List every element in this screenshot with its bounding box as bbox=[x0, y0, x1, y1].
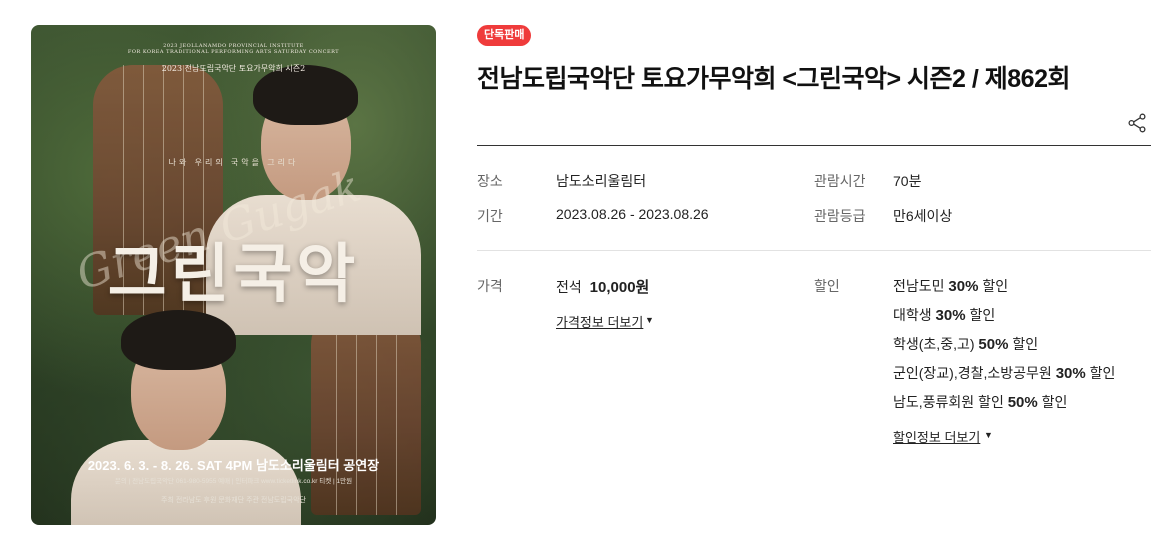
period-label: 기간 bbox=[477, 208, 503, 224]
poster-sponsor-line: 주최 전라남도 후원 문화재단 주관 전남도립국악단 bbox=[161, 497, 306, 504]
price-more-link[interactable]: 가격정보 더보기 bbox=[556, 312, 643, 331]
discount-label: 할인 bbox=[814, 278, 840, 294]
venue-value: 남도소리울림터 bbox=[556, 173, 647, 189]
discount-item: 남도,풍류회원 할인 50% 할인 bbox=[893, 394, 1068, 411]
runtime-label: 관람시간 bbox=[814, 173, 866, 189]
discount-item: 대학생 30% 할인 bbox=[893, 307, 996, 324]
poster-date-line: 2023. 6. 3. - 8. 26. SAT 4PM 남도소리울림터 공연장 bbox=[87, 458, 380, 473]
discount-item: 군인(장교),경찰,소방공무원 30% 할인 bbox=[893, 365, 1116, 382]
venue-label: 장소 bbox=[477, 173, 503, 189]
page-title: 전남도립국악단 토요가무악희 <그린국악> 시즌2 / 제862회 bbox=[477, 65, 1071, 93]
caret-down-icon[interactable]: ▼ bbox=[645, 315, 654, 325]
rating-label: 관람등급 bbox=[814, 208, 866, 224]
poster-main-title: 그린국악 bbox=[107, 238, 360, 312]
poster-top-line-2: FOR KOREA TRADITIONAL PERFORMING ARTS SA… bbox=[127, 49, 340, 55]
period-value: 2023.08.26 - 2023.08.26 bbox=[556, 206, 709, 222]
price-seat-type: 전석 bbox=[556, 279, 582, 295]
share-icon[interactable] bbox=[1126, 112, 1148, 134]
price-value: 전석 10,000원 bbox=[556, 276, 649, 297]
caret-down-icon[interactable]: ▼ bbox=[984, 430, 993, 440]
performer-2-hair bbox=[121, 310, 236, 370]
poster-tagline: 나와 우리의 국악을 그리다 bbox=[168, 158, 299, 167]
discount-item: 학생(초,중,고) 50% 할인 bbox=[893, 336, 1039, 353]
price-label: 가격 bbox=[477, 278, 503, 294]
rating-value: 만6세이상 bbox=[893, 208, 953, 224]
title-divider bbox=[477, 145, 1151, 146]
poster-top-line-3: 2023 전남도립국악단 토요가무악희 시즌2 bbox=[161, 64, 306, 73]
discount-more-link[interactable]: 할인정보 더보기 bbox=[893, 427, 980, 446]
section-divider bbox=[477, 250, 1151, 251]
runtime-value: 70분 bbox=[893, 173, 922, 189]
event-poster: 2023 JEOLLANAMDO PROVINCIAL INSTITUTE FO… bbox=[31, 25, 436, 525]
poster-contact-line: 문의 | 전남도립국악단 061-980-5955 예매 | 인터파크 www.… bbox=[114, 478, 353, 485]
exclusive-sale-badge: 단독판매 bbox=[477, 25, 532, 46]
price-amount: 10,000원 bbox=[589, 279, 650, 296]
performer-1-hair bbox=[253, 65, 358, 125]
discount-item: 전남도민 30% 할인 bbox=[893, 278, 1009, 295]
